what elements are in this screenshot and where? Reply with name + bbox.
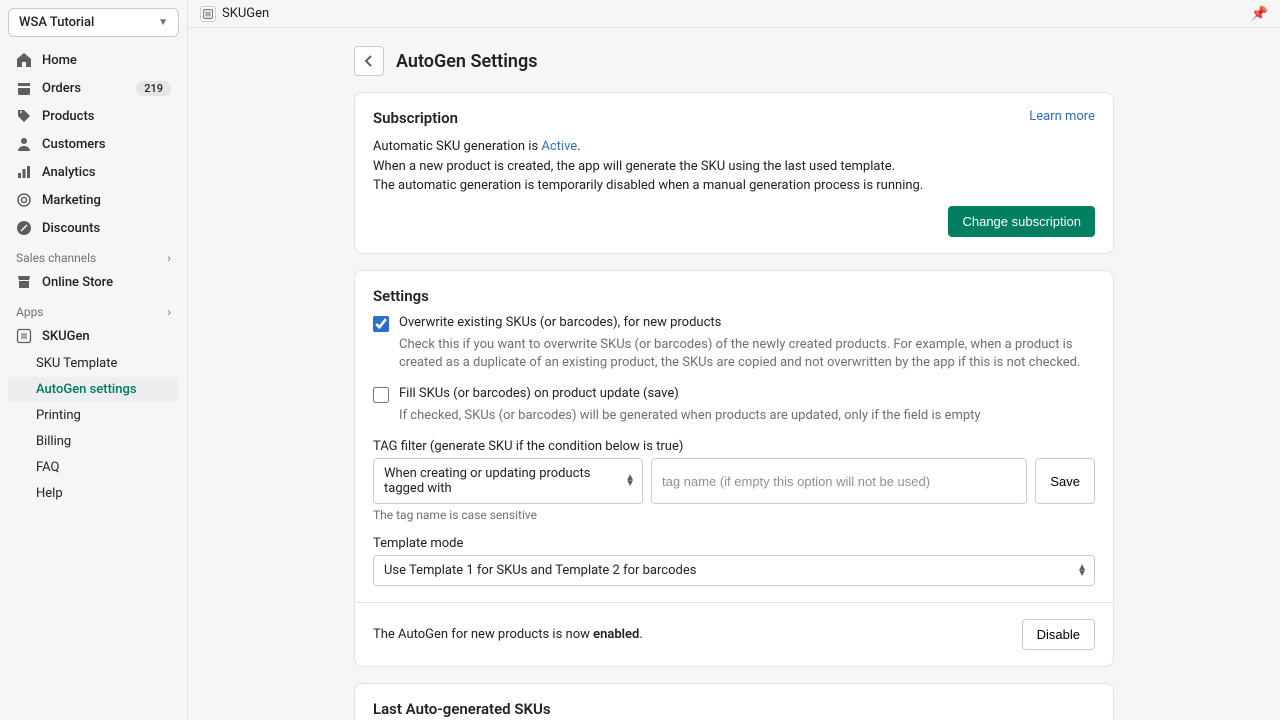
topbar: SKUGen 📌 (188, 0, 1280, 28)
template-mode-value: Use Template 1 for SKUs and Template 2 f… (373, 555, 1095, 586)
section-label-text: Apps (16, 305, 44, 319)
chevron-down-icon: ▼ (158, 17, 168, 28)
sidebar-item-orders[interactable]: Orders 219 (8, 75, 179, 101)
subscription-line2: When a new product is created, the app w… (373, 157, 1095, 177)
sidebar-item-discounts[interactable]: Discounts (8, 215, 179, 241)
chevron-right-icon: › (167, 251, 171, 265)
subscription-line3: The automatic generation is temporarily … (373, 176, 1095, 196)
fill-checkbox[interactable] (373, 387, 389, 403)
arrow-left-icon (361, 53, 377, 69)
page-title: AutoGen Settings (396, 51, 537, 72)
sales-channels-header[interactable]: Sales channels › (8, 243, 179, 269)
template-mode-select[interactable]: Use Template 1 for SKUs and Template 2 f… (373, 555, 1095, 586)
tag-help: The tag name is case sensitive (373, 508, 1095, 522)
subscription-card: Subscription Learn more Automatic SKU ge… (354, 92, 1114, 254)
sidebar-sub-help[interactable]: Help (8, 481, 179, 506)
save-button[interactable]: Save (1035, 458, 1095, 504)
template-mode-label: Template mode (373, 536, 1095, 551)
subscription-status: Active (541, 139, 577, 154)
last-heading: Last Auto-generated SKUs (373, 700, 1095, 718)
subscription-line1: Automatic SKU generation is Active. (373, 137, 1095, 157)
sidebar-sub-billing[interactable]: Billing (8, 429, 179, 454)
discounts-icon (16, 220, 32, 236)
apps-header[interactable]: Apps › (8, 297, 179, 323)
sidebar-item-marketing[interactable]: Marketing (8, 187, 179, 213)
tag-condition-select[interactable]: When creating or updating products tagge… (373, 458, 643, 504)
section-label-text: Sales channels (16, 251, 96, 265)
sidebar-item-online-store[interactable]: Online Store (8, 269, 179, 295)
store-switcher[interactable]: WSA Tutorial ▼ (8, 8, 179, 37)
back-button[interactable] (354, 46, 384, 76)
sidebar-sub-faq[interactable]: FAQ (8, 455, 179, 480)
products-icon (16, 108, 32, 124)
nav-label: SKUGen (42, 329, 90, 344)
nav-label: Discounts (42, 221, 100, 236)
content-area: AutoGen Settings Subscription Learn more… (188, 28, 1280, 720)
home-icon (16, 52, 32, 68)
nav-label: Online Store (42, 275, 113, 290)
topbar-app-name: SKUGen (222, 6, 269, 21)
sidebar-item-skugen[interactable]: SKUGen (8, 323, 179, 349)
learn-more-link[interactable]: Learn more (1029, 109, 1095, 124)
sidebar-item-analytics[interactable]: Analytics (8, 159, 179, 185)
last-generated-card: Last Auto-generated SKUs Product Operati… (354, 683, 1114, 720)
disable-button[interactable]: Disable (1022, 619, 1095, 650)
tag-name-input[interactable] (651, 458, 1027, 504)
overwrite-help: Check this if you want to overwrite SKUs… (399, 336, 1095, 372)
nav-label: Products (42, 109, 94, 124)
nav-label: Orders (42, 81, 81, 96)
pin-icon[interactable]: 📌 (1251, 6, 1268, 22)
analytics-icon (16, 164, 32, 180)
sidebar-sub-autogen[interactable]: AutoGen settings (8, 377, 179, 402)
main: SKUGen 📌 AutoGen Settings Subscription L… (188, 0, 1280, 720)
store-name: WSA Tutorial (19, 15, 94, 30)
chevron-right-icon: › (167, 305, 171, 319)
skugen-icon (16, 328, 32, 344)
settings-heading: Settings (373, 287, 1095, 305)
nav-label: Customers (42, 137, 106, 152)
sidebar: WSA Tutorial ▼ Home Orders 219 Products … (0, 0, 188, 720)
nav-label: Home (42, 53, 77, 68)
sidebar-item-customers[interactable]: Customers (8, 131, 179, 157)
sidebar-item-products[interactable]: Products (8, 103, 179, 129)
subscription-heading: Subscription (373, 109, 458, 127)
sidebar-sub-printing[interactable]: Printing (8, 403, 179, 428)
sidebar-sub-template[interactable]: SKU Template (8, 351, 179, 376)
marketing-icon (16, 192, 32, 208)
orders-icon (16, 80, 32, 96)
overwrite-label[interactable]: Overwrite existing SKUs (or barcodes), f… (399, 315, 721, 330)
fill-label[interactable]: Fill SKUs (or barcodes) on product updat… (399, 386, 679, 401)
app-icon (200, 6, 216, 22)
page-header: AutoGen Settings (354, 46, 1114, 76)
settings-card: Settings Overwrite existing SKUs (or bar… (354, 270, 1114, 668)
orders-badge: 219 (136, 81, 171, 96)
tag-condition-value: When creating or updating products tagge… (373, 458, 643, 504)
store-icon (16, 274, 32, 290)
autogen-status-text: The AutoGen for new products is now enab… (373, 627, 643, 642)
sidebar-item-home[interactable]: Home (8, 47, 179, 73)
nav-label: Analytics (42, 165, 96, 180)
fill-help: If checked, SKUs (or barcodes) will be g… (399, 407, 1095, 425)
customers-icon (16, 136, 32, 152)
tag-filter-label: TAG filter (generate SKU if the conditio… (373, 439, 1095, 454)
nav-label: Marketing (42, 193, 101, 208)
overwrite-checkbox[interactable] (373, 316, 389, 332)
autogen-status: enabled (593, 627, 639, 642)
change-subscription-button[interactable]: Change subscription (948, 206, 1095, 237)
